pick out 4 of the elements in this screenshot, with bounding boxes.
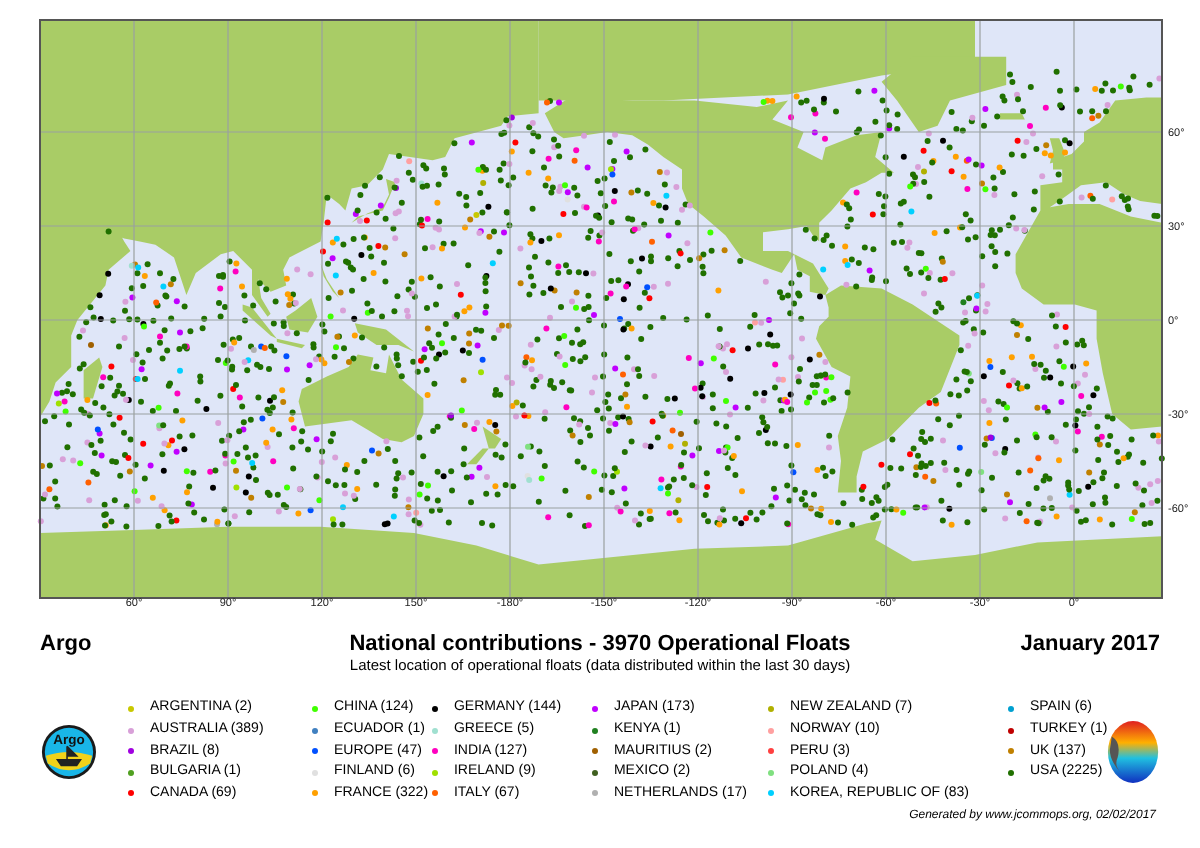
program-name: Argo — [40, 630, 94, 660]
date-label: January 2017 — [1018, 630, 1160, 660]
globe-logo — [1105, 717, 1160, 786]
chart-title: National contributions - 3970 Operational Floats — [349, 630, 851, 659]
